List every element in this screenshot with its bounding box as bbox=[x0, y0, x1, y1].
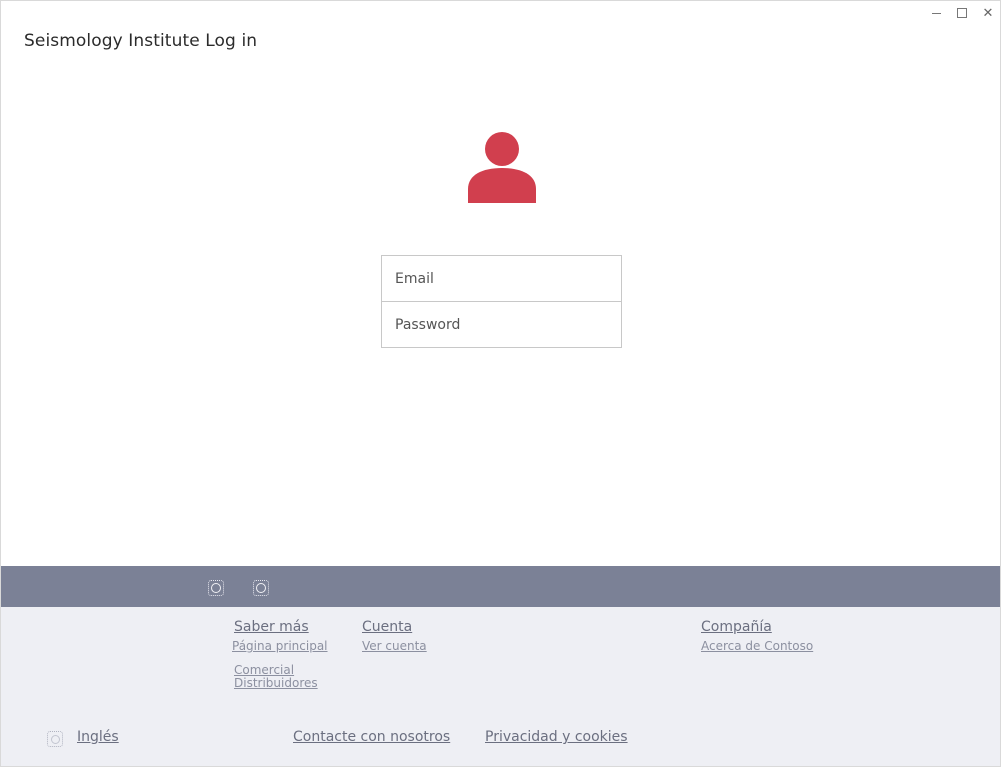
social-icon[interactable] bbox=[253, 580, 269, 596]
footer-column-company: Compañía Acerca de Contoso bbox=[701, 619, 813, 653]
footer-link-home[interactable]: Página principal bbox=[232, 640, 328, 653]
social-icon[interactable] bbox=[208, 580, 224, 596]
footer: Saber más Página principal Comercial Dis… bbox=[1, 607, 1000, 766]
footer-heading-company[interactable]: Compañía bbox=[701, 619, 813, 635]
close-icon[interactable]: ✕ bbox=[982, 6, 994, 21]
footer-link-distributors[interactable]: Distribuidores bbox=[234, 677, 328, 690]
social-bar bbox=[1, 566, 1000, 607]
window-controls: ✕ bbox=[930, 6, 994, 21]
maximize-icon[interactable] bbox=[956, 6, 968, 20]
footer-heading-account[interactable]: Cuenta bbox=[362, 619, 427, 635]
footer-column-account: Cuenta Ver cuenta bbox=[362, 619, 427, 653]
footer-link-about[interactable]: Acerca de Contoso bbox=[701, 640, 813, 653]
password-field[interactable] bbox=[381, 301, 622, 348]
page-title: Seismology Institute Log in bbox=[24, 31, 258, 51]
user-avatar-icon bbox=[468, 132, 536, 203]
globe-icon bbox=[47, 731, 63, 747]
privacy-link[interactable]: Privacidad y cookies bbox=[485, 729, 628, 745]
contact-link[interactable]: Contacte con nosotros bbox=[293, 729, 450, 745]
email-field[interactable] bbox=[381, 255, 622, 302]
footer-column-learn-more: Saber más Página principal Comercial Dis… bbox=[232, 619, 328, 690]
minimize-icon[interactable] bbox=[930, 6, 942, 20]
footer-link-view-account[interactable]: Ver cuenta bbox=[362, 640, 427, 653]
language-selector[interactable]: Inglés bbox=[77, 729, 119, 745]
login-form bbox=[381, 255, 622, 348]
footer-heading-learn-more[interactable]: Saber más bbox=[234, 619, 328, 635]
